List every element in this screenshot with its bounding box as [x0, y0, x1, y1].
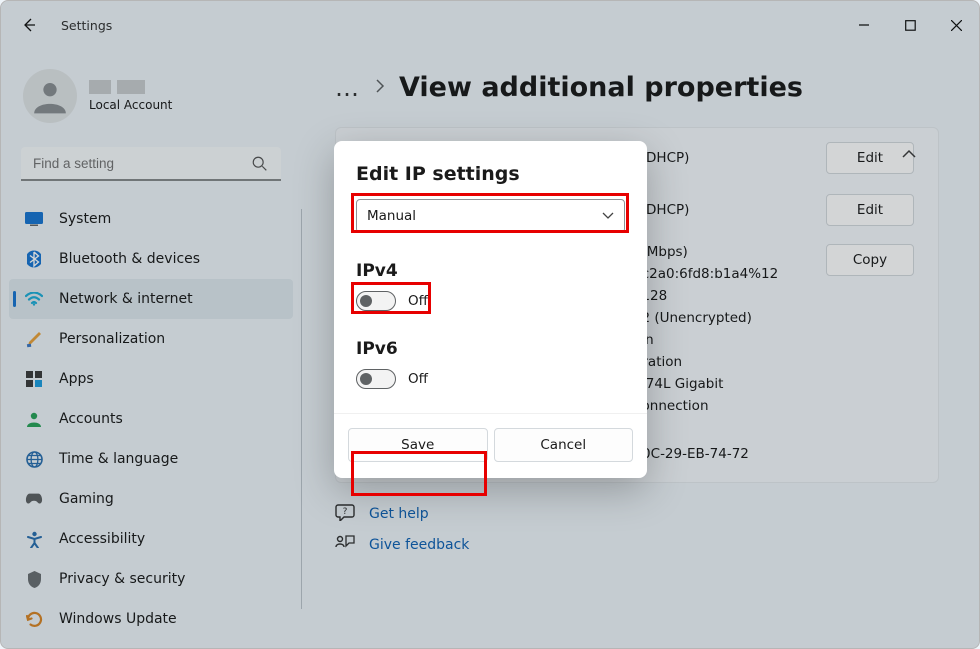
settings-window: Settings Local Account: [0, 0, 980, 649]
ipv6-toggle[interactable]: [356, 369, 396, 389]
ipv4-heading: IPv4: [356, 261, 625, 281]
ipv6-state: Off: [408, 371, 428, 387]
ipv6-heading: IPv6: [356, 339, 625, 359]
dialog-title: Edit IP settings: [356, 163, 625, 185]
ipv4-toggle[interactable]: [356, 291, 396, 311]
edit-ip-dialog: Edit IP settings Manual IPv4 Off IPv6 Of…: [334, 141, 647, 478]
chevron-down-icon: [602, 208, 614, 224]
save-button[interactable]: Save: [348, 428, 488, 462]
select-value: Manual: [367, 208, 416, 224]
ipv4-state: Off: [408, 293, 428, 309]
ip-mode-select[interactable]: Manual: [356, 199, 625, 233]
cancel-button[interactable]: Cancel: [494, 428, 634, 462]
